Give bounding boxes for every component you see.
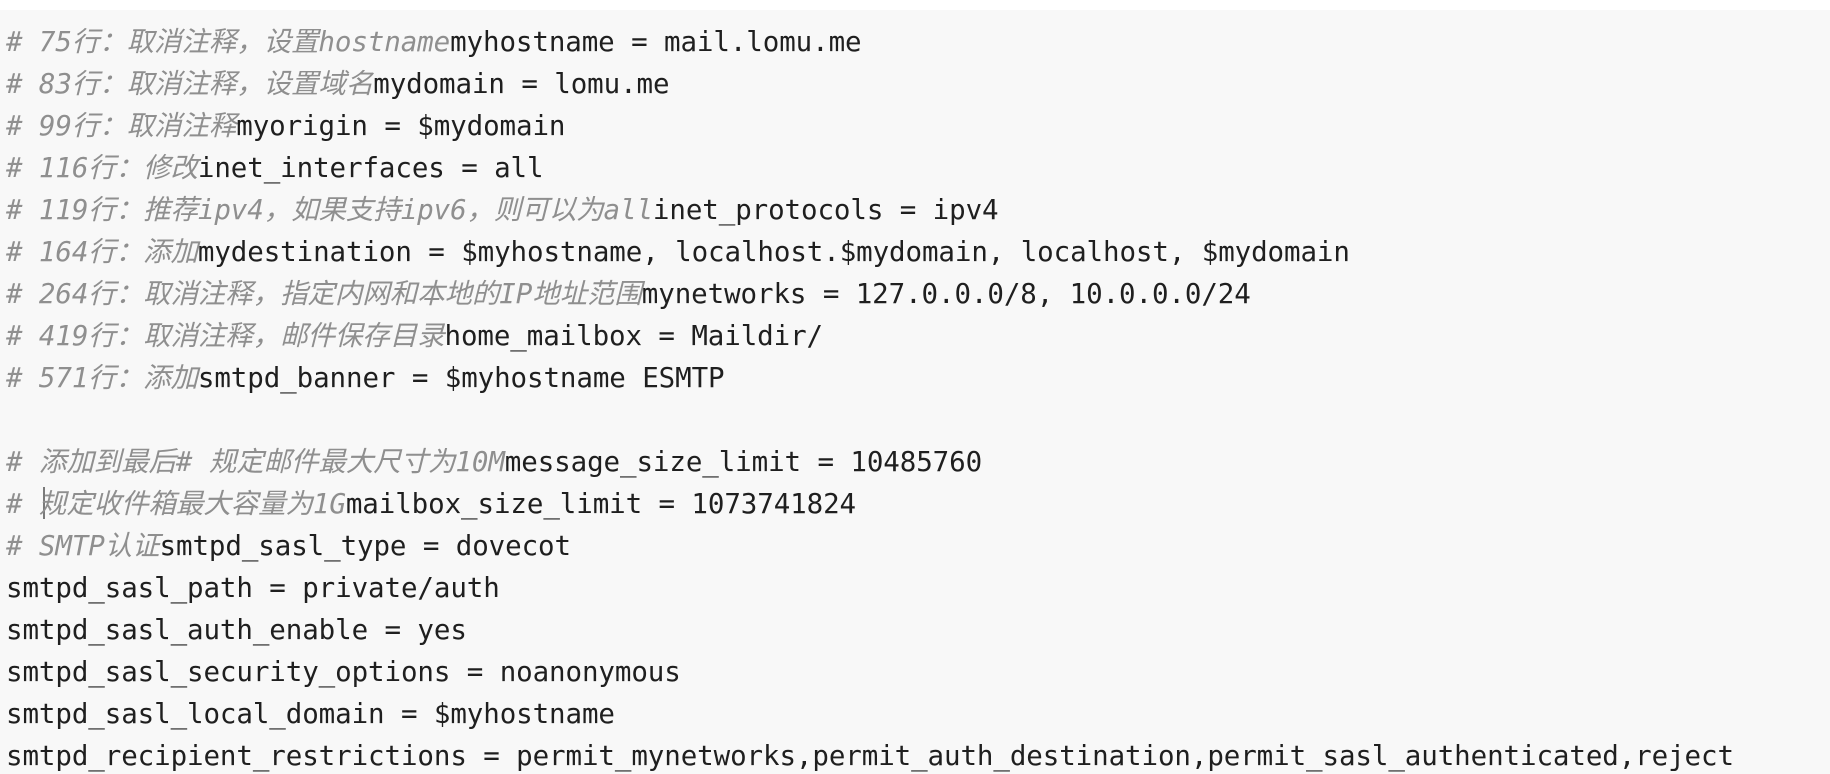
line-code: home_mailbox = Maildir/: [444, 320, 823, 352]
line-comment: # 75行：取消注释，设置hostname: [6, 26, 451, 58]
code-line: # 164行：添加mydestination = $myhostname, lo…: [6, 231, 1830, 273]
line-code: message_size_limit = 10485760: [504, 446, 983, 478]
line-code: smtpd_banner = $myhostname ESMTP: [197, 362, 725, 394]
code-line: # 83行：取消注释，设置域名mydomain = lomu.me: [6, 63, 1830, 105]
line-code: myhostname = mail.lomu.me: [450, 26, 862, 58]
line-comment: # SMTP认证: [6, 530, 160, 562]
line-comment: # 119行：推荐ipv4，如果支持ipv6，则可以为all: [6, 194, 653, 226]
line-comment: # 83行：取消注释，设置域名: [6, 68, 374, 100]
line-comment: # 264行：取消注释，指定内网和本地的IP地址范围: [6, 278, 642, 310]
code-line: # 添加到最后# 规定邮件最大尺寸为10Mmessage_size_limit …: [6, 441, 1830, 483]
line-code: mydomain = lomu.me: [373, 68, 670, 100]
line-code: mydestination = $myhostname, localhost.$…: [197, 236, 1350, 268]
line-code: smtpd_sasl_security_options = noanonymou…: [6, 656, 681, 688]
line-code: smtpd_sasl_auth_enable = yes: [6, 614, 467, 646]
line-comment: # 添加到最后# 规定邮件最大尺寸为10M: [6, 446, 505, 478]
code-line: smtpd_sasl_local_domain = $myhostname: [6, 693, 1830, 735]
line-comment: 规定收件箱最大容量为1G: [38, 488, 346, 520]
code-line: # 116行：修改inet_interfaces = all: [6, 147, 1830, 189]
code-line: # 419行：取消注释，邮件保存目录home_mailbox = Maildir…: [6, 315, 1830, 357]
line-code: myorigin = $mydomain: [236, 110, 566, 142]
line-code: smtpd_recipient_restrictions = permit_my…: [6, 740, 1734, 772]
code-line-with-cursor: # 规定收件箱最大容量为1Gmailbox_size_limit = 10737…: [6, 483, 1830, 525]
code-line: smtpd_recipient_restrictions = permit_my…: [6, 735, 1830, 774]
code-line: smtpd_sasl_path = private/auth: [6, 567, 1830, 609]
line-comment-prefix: #: [6, 488, 39, 520]
line-code: inet_interfaces = all: [197, 152, 544, 184]
line-code: mailbox_size_limit = 1073741824: [345, 488, 856, 520]
code-line: # 264行：取消注释，指定内网和本地的IP地址范围mynetworks = 1…: [6, 273, 1830, 315]
line-comment: # 116行：修改: [6, 152, 198, 184]
code-line: # 99行：取消注释myorigin = $mydomain: [6, 105, 1830, 147]
line-code: mynetworks = 127.0.0.0/8, 10.0.0.0/24: [641, 278, 1251, 310]
code-line: smtpd_sasl_auth_enable = yes: [6, 609, 1830, 651]
line-comment: # 419行：取消注释，邮件保存目录: [6, 320, 445, 352]
code-line: smtpd_sasl_security_options = noanonymou…: [6, 651, 1830, 693]
line-code: smtpd_sasl_path = private/auth: [6, 572, 500, 604]
code-line: # SMTP认证smtpd_sasl_type = dovecot: [6, 525, 1830, 567]
line-comment: # 571行：添加: [6, 362, 198, 394]
code-line: # 75行：取消注释，设置hostnamemyhostname = mail.l…: [6, 21, 1830, 63]
line-comment: # 99行：取消注释: [6, 110, 237, 142]
code-line: # 571行：添加smtpd_banner = $myhostname ESMT…: [6, 357, 1830, 399]
line-comment: # 164行：添加: [6, 236, 198, 268]
code-line: # 119行：推荐ipv4，如果支持ipv6，则可以为allinet_proto…: [6, 189, 1830, 231]
line-code: inet_protocols = ipv4: [652, 194, 999, 226]
line-code: smtpd_sasl_type = dovecot: [159, 530, 572, 562]
line-code: smtpd_sasl_local_domain = $myhostname: [6, 698, 615, 730]
code-block[interactable]: # 75行：取消注释，设置hostnamemyhostname = mail.l…: [0, 10, 1830, 774]
